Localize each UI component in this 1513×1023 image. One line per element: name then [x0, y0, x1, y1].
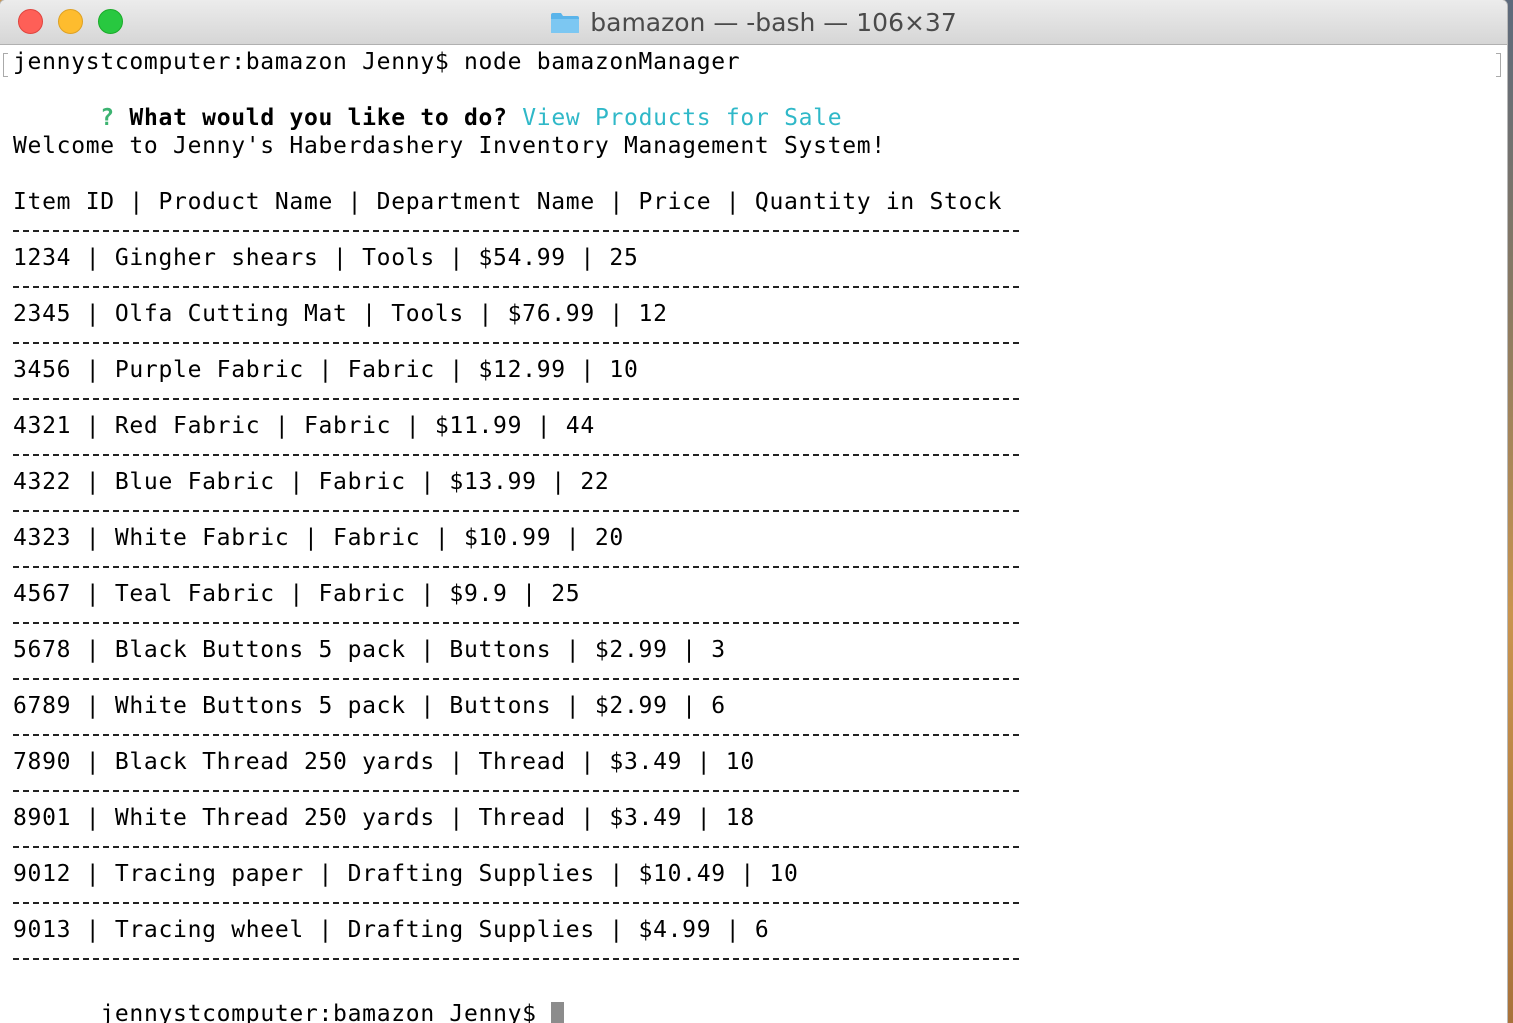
window-title-container: bamazon — -bash — 106×37	[0, 0, 1507, 45]
table-header: Item ID | Product Name | Department Name…	[13, 189, 1003, 215]
table-row: 3456 | Purple Fabric | Fabric | $12.99 |…	[13, 357, 639, 383]
table-row: 2345 | Olfa Cutting Mat | Tools | $76.99…	[13, 301, 668, 327]
separator	[13, 230, 1019, 232]
prompt-answer: View Products for Sale	[522, 105, 843, 131]
separator	[13, 510, 1019, 512]
table-row: 4322 | Blue Fabric | Fabric | $13.99 | 2…	[13, 469, 610, 495]
table-row: 9012 | Tracing paper | Drafting Supplies…	[13, 861, 799, 887]
folder-icon	[550, 12, 580, 34]
prompt-marker: ?	[100, 105, 115, 131]
separator	[13, 286, 1019, 288]
table-row: 9013 | Tracing wheel | Drafting Supplies…	[13, 917, 770, 943]
shell-prompt: jennystcomputer:bamazon Jenny$	[100, 1001, 537, 1023]
separator	[13, 454, 1019, 456]
separator	[13, 734, 1019, 736]
mark-bracket-left	[3, 53, 8, 77]
mark-bracket-right	[1496, 53, 1501, 77]
table-row: 6789 | White Buttons 5 pack | Buttons | …	[13, 693, 726, 719]
title-bar[interactable]: bamazon — -bash — 106×37	[0, 0, 1507, 45]
window-title: bamazon — -bash — 106×37	[590, 8, 957, 37]
separator	[13, 342, 1019, 344]
separator	[13, 790, 1019, 792]
separator	[13, 958, 1019, 960]
shell-prompt-line[interactable]: jennystcomputer:bamazon Jenny$	[13, 972, 564, 1023]
prompt-question: What would you like to do?	[129, 105, 508, 131]
table-row: 1234 | Gingher shears | Tools | $54.99 |…	[13, 245, 639, 271]
table-row: 8901 | White Thread 250 yards | Thread |…	[13, 805, 755, 831]
table-row: 5678 | Black Buttons 5 pack | Buttons | …	[13, 637, 726, 663]
inquirer-prompt-line: ? What would you like to do? View Produc…	[13, 76, 842, 131]
table-row: 4323 | White Fabric | Fabric | $10.99 | …	[13, 525, 624, 551]
welcome-message: Welcome to Jenny's Haberdashery Inventor…	[13, 133, 886, 159]
table-row: 7890 | Black Thread 250 yards | Thread |…	[13, 749, 755, 775]
separator	[13, 846, 1019, 848]
terminal-window: bamazon — -bash — 106×37 jennystcomputer…	[0, 0, 1507, 1023]
separator	[13, 902, 1019, 904]
separator	[13, 566, 1019, 568]
table-row: 4567 | Teal Fabric | Fabric | $9.9 | 25	[13, 581, 581, 607]
text-cursor	[550, 1001, 564, 1023]
separator	[13, 622, 1019, 624]
separator	[13, 678, 1019, 680]
terminal-content[interactable]: jennystcomputer:bamazon Jenny$ node bama…	[0, 46, 1507, 1023]
command-line: jennystcomputer:bamazon Jenny$ node bama…	[13, 49, 741, 75]
table-row: 4321 | Red Fabric | Fabric | $11.99 | 44	[13, 413, 595, 439]
separator	[13, 398, 1019, 400]
